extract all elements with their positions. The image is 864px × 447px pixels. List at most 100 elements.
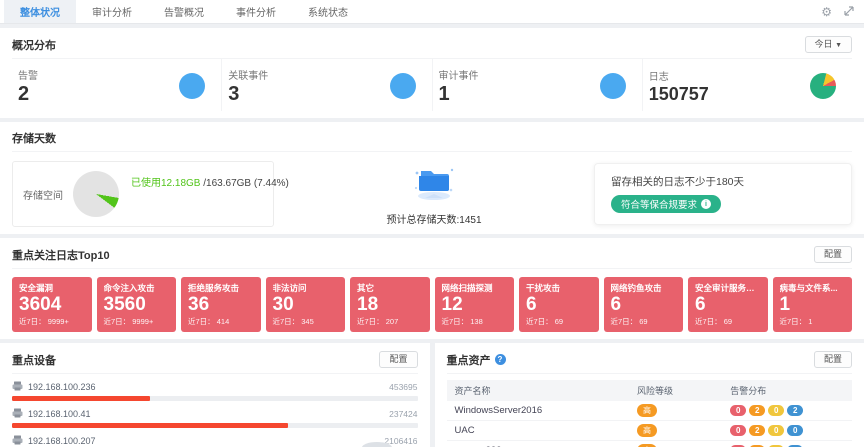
device-icon (12, 381, 23, 393)
device-ip-group: 192.168.100.207 (12, 435, 96, 447)
log-card-name: 安全审计服务攻击 (695, 282, 761, 294)
log-card-9[interactable]: 病毒与文件系...1近7日： 1 (773, 277, 853, 332)
expand-icon[interactable] (844, 3, 854, 21)
tab-2[interactable]: 告警概况 (148, 0, 220, 23)
log-card-value: 1 (780, 294, 846, 316)
log-card-recent: 近7日： 138 (442, 316, 508, 327)
stat-label: 日志 (649, 68, 709, 83)
overview-title: 概况分布 (12, 37, 56, 53)
storage-space-label: 存储空间 (23, 187, 63, 202)
log-card-value: 6 (611, 294, 677, 316)
log-card-1[interactable]: 命令注入攻击3560近7日： 9999+ (97, 277, 177, 332)
tab-3[interactable]: 事件分析 (220, 0, 292, 23)
stat-card-2[interactable]: 审计事件1 (433, 59, 643, 111)
period-dropdown-label: 今日 (815, 39, 833, 49)
asset-risk-cell: 高 (629, 440, 722, 447)
log-card-6[interactable]: 干扰攻击6近7日： 69 (519, 277, 599, 332)
device-value: 453695 (389, 382, 417, 392)
device-bar-track (12, 396, 418, 401)
log-pie-icon (810, 73, 836, 99)
folder-icon (411, 163, 457, 208)
asset-row-0[interactable]: WindowsServer2016高0202 (447, 401, 853, 421)
top-logs-row: 安全漏洞3604近7日： 9999+命令注入攻击3560近7日： 9999+拒绝… (12, 269, 852, 332)
risk-badge: 高 (637, 404, 657, 417)
log-card-name: 网络扫描探测 (442, 282, 508, 294)
alert-badge-0: 0 (730, 425, 746, 436)
stat-circle-icon (390, 73, 416, 99)
log-card-3[interactable]: 非法访问30近7日： 345 (266, 277, 346, 332)
asset-col-2: 告警分布 (722, 380, 852, 401)
alert-badge-2: 0 (768, 405, 784, 416)
tab-1[interactable]: 审计分析 (76, 0, 148, 23)
device-ip: 192.168.100.236 (28, 382, 96, 392)
assets-title: 重点资产 ? (447, 352, 506, 368)
bottom-row: 重点设备 配置 192.168.100.236453695192.168.100… (0, 343, 864, 447)
device-list: 192.168.100.236 453695 192.168.100.4123742… (12, 381, 418, 447)
period-dropdown[interactable]: 今日 ▼ (805, 36, 852, 53)
storage-days-caption: 预计总存储天数:1451 (386, 211, 481, 226)
alert-badge-3: 0 (787, 425, 803, 436)
float-widget-partial[interactable] (362, 442, 392, 447)
gear-icon[interactable]: ⚙ (821, 6, 832, 18)
log-card-7[interactable]: 网络钓鱼攻击6近7日： 69 (604, 277, 684, 332)
device-bar-fill (12, 396, 150, 401)
stat-value: 2 (18, 84, 38, 105)
assets-title-text: 重点资产 (447, 352, 491, 368)
chevron-down-icon: ▼ (835, 42, 842, 49)
log-card-recent: 近7日： 9999+ (19, 316, 85, 327)
stat-card-3[interactable]: 日志150757 (643, 59, 852, 111)
log-card-recent: 近7日： 1 (780, 316, 846, 327)
tab-list: 整体状况审计分析告警概况事件分析系统状态 (4, 0, 364, 23)
tab-0[interactable]: 整体状况 (4, 0, 76, 23)
log-card-recent: 近7日： 69 (611, 316, 677, 327)
device-row-1[interactable]: 192.168.100.41237424 (12, 408, 418, 428)
help-icon[interactable]: ? (495, 354, 506, 365)
devices-title: 重点设备 (12, 352, 56, 368)
device-row-0[interactable]: 192.168.100.236 453695 (12, 381, 418, 401)
asset-name: centos-233 (447, 440, 629, 447)
log-card-0[interactable]: 安全漏洞3604近7日： 9999+ (12, 277, 92, 332)
top-logs-config-button[interactable]: 配置 (814, 246, 852, 263)
stat-label: 告警 (18, 67, 38, 82)
asset-row-1[interactable]: UAC高0200 (447, 420, 853, 440)
storage-pie-chart (73, 171, 119, 217)
top-logs-title: 重点关注日志Top10 (12, 247, 110, 263)
stat-info: 审计事件1 (439, 67, 479, 105)
devices-config-button[interactable]: 配置 (379, 351, 417, 368)
stat-info: 告警 2 (18, 67, 38, 105)
log-card-value: 36 (188, 294, 254, 316)
assets-table: 资产名称风险等级告警分布 WindowsServer2016高0202UAC高0… (447, 380, 853, 447)
log-card-5[interactable]: 网络扫描探测12近7日： 138 (435, 277, 515, 332)
stat-card-0[interactable]: 告警 2 (12, 59, 222, 111)
stat-card-1[interactable]: 关联事件3 (222, 59, 432, 111)
log-card-value: 12 (442, 294, 508, 316)
device-bar-fill (12, 423, 288, 428)
log-card-4[interactable]: 其它18近7日： 207 (350, 277, 430, 332)
storage-usage-text: 已使用12.18GB /163.67GB (7.44%) (131, 174, 289, 189)
storage-space-card: 存储空间 已使用12.18GB /163.67GB (7.44%) (12, 161, 274, 227)
log-card-name: 命令注入攻击 (104, 282, 170, 294)
device-row-top: 192.168.100.236 453695 (12, 381, 418, 393)
log-card-8[interactable]: 安全审计服务攻击6近7日： 69 (688, 277, 768, 332)
topbar-icons: ⚙ (821, 0, 854, 24)
device-ip-group: 192.168.100.41 (12, 408, 91, 420)
compliance-badge[interactable]: 符合等保合规要求 i (611, 195, 721, 213)
asset-alerts-cell: 0112 (722, 440, 852, 447)
log-card-2[interactable]: 拒绝服务攻击36近7日： 414 (181, 277, 261, 332)
compliance-label: 符合等保合规要求 (621, 197, 697, 211)
log-card-name: 其它 (357, 282, 423, 294)
device-ip: 192.168.100.41 (28, 409, 91, 419)
log-card-value: 3604 (19, 294, 85, 316)
assets-config-button[interactable]: 配置 (814, 351, 852, 368)
log-card-value: 6 (695, 294, 761, 316)
alert-badge-0: 0 (730, 405, 746, 416)
stat-value: 3 (228, 84, 268, 105)
alert-badge-3: 2 (787, 405, 803, 416)
asset-row-2[interactable]: centos-233高0112 (447, 440, 853, 447)
retention-text: 留存相关的日志不少于180天 (611, 174, 835, 189)
tab-4[interactable]: 系统状态 (292, 0, 364, 23)
log-card-name: 安全漏洞 (19, 282, 85, 294)
device-row-2[interactable]: 192.168.100.2072106416 (12, 435, 418, 447)
alert-badge-1: 2 (749, 405, 765, 416)
log-card-recent: 近7日： 345 (273, 316, 339, 327)
